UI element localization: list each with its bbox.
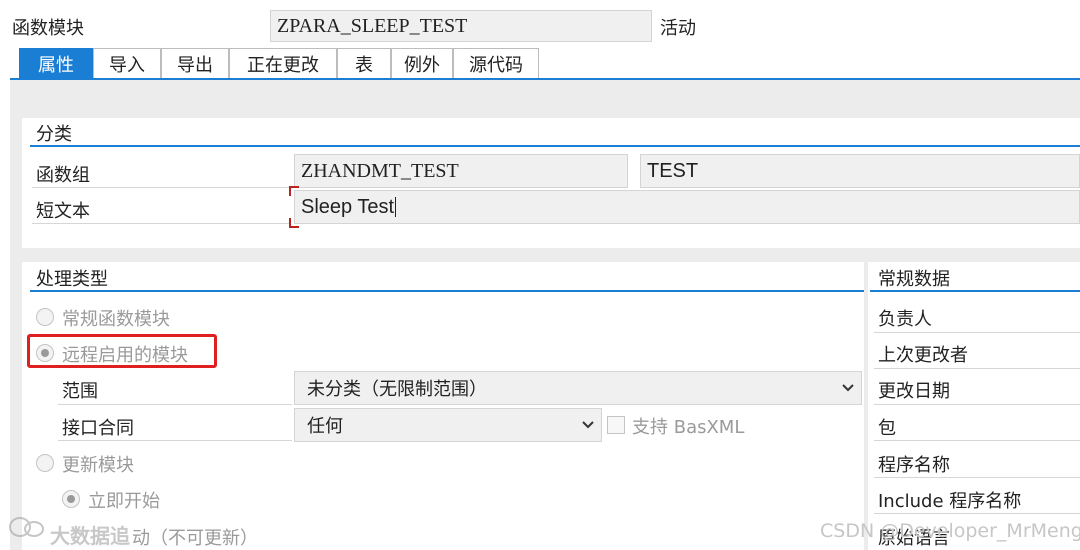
tab-import[interactable]: 导入 [93, 48, 161, 78]
general-data-title: 常规数据 [878, 269, 950, 290]
classification-title-underline [30, 145, 1080, 147]
start-delayed-label: 动（不可更新） [132, 528, 258, 549]
row-divider [874, 332, 1080, 333]
package-label: 包 [878, 418, 896, 439]
program-name-label: 程序名称 [878, 455, 950, 476]
short-text-label: 短文本 [36, 201, 90, 222]
include-program-name-label: Include 程序名称 [878, 491, 1022, 512]
tab-exceptions[interactable]: 例外 [391, 48, 453, 78]
chevron-down-icon [842, 384, 854, 392]
basxml-checkbox[interactable] [607, 416, 625, 434]
short-text-value: Sleep Test [301, 195, 395, 218]
last-changed-by-label: 上次更改者 [878, 345, 968, 366]
text-cursor [395, 197, 397, 217]
tab-attributes[interactable]: 属性 [19, 48, 93, 78]
interface-contract-dropdown[interactable]: 任何 [294, 408, 602, 442]
row-divider [32, 223, 290, 224]
row-divider [58, 404, 292, 405]
scope-label: 范围 [62, 381, 98, 402]
processing-type-title: 处理类型 [36, 269, 108, 290]
row-divider [58, 440, 292, 441]
wechat-logo-icon [6, 514, 46, 540]
function-group-text-field: TEST [640, 154, 1080, 188]
update-module-radio[interactable] [36, 454, 54, 472]
tab-tables[interactable]: 表 [337, 48, 391, 78]
focus-corner-icon [289, 186, 299, 196]
function-module-name-field[interactable]: ZPARA_SLEEP_TEST [270, 10, 652, 42]
update-module-label: 更新模块 [62, 455, 134, 476]
short-text-input[interactable]: Sleep Test [294, 190, 1080, 224]
tab-source-code[interactable]: 源代码 [453, 48, 539, 78]
scope-value: 未分类（无限制范围） [307, 379, 487, 400]
function-group-field[interactable]: ZHANDMT_TEST [294, 154, 628, 188]
normal-function-label: 常规函数模块 [62, 309, 170, 330]
normal-function-radio[interactable] [36, 308, 54, 326]
start-immediately-label: 立即开始 [88, 491, 160, 512]
object-type-label: 函数模块 [12, 18, 84, 39]
function-group-label: 函数组 [36, 165, 90, 186]
basxml-label: 支持 BasXML [632, 417, 745, 438]
interface-contract-label: 接口合同 [62, 418, 134, 439]
row-divider [874, 477, 1080, 478]
general-title-underline [870, 290, 1080, 292]
status-label: 活动 [660, 18, 696, 39]
watermark-right: CSDN @Developer_MrMeng [820, 520, 1080, 542]
tab-export[interactable]: 导出 [161, 48, 229, 78]
responsible-label: 负责人 [878, 309, 932, 330]
row-divider [874, 513, 1080, 514]
start-immediately-radio[interactable] [62, 490, 80, 508]
changed-on-label: 更改日期 [878, 381, 950, 402]
interface-contract-value: 任何 [307, 416, 343, 437]
watermark-left: 大数据追 [50, 524, 130, 548]
radio-selected-dot [67, 495, 75, 503]
row-divider [874, 440, 1080, 441]
row-divider [874, 404, 1080, 405]
row-divider [32, 187, 290, 188]
chevron-down-icon [582, 421, 594, 429]
focus-corner-icon [289, 218, 299, 228]
row-divider [874, 368, 1080, 369]
tab-changing[interactable]: 正在更改 [229, 48, 337, 78]
scope-dropdown[interactable]: 未分类（无限制范围） [294, 371, 862, 405]
highlight-box [27, 334, 217, 368]
classification-title: 分类 [36, 124, 72, 145]
processing-title-underline [30, 290, 864, 292]
